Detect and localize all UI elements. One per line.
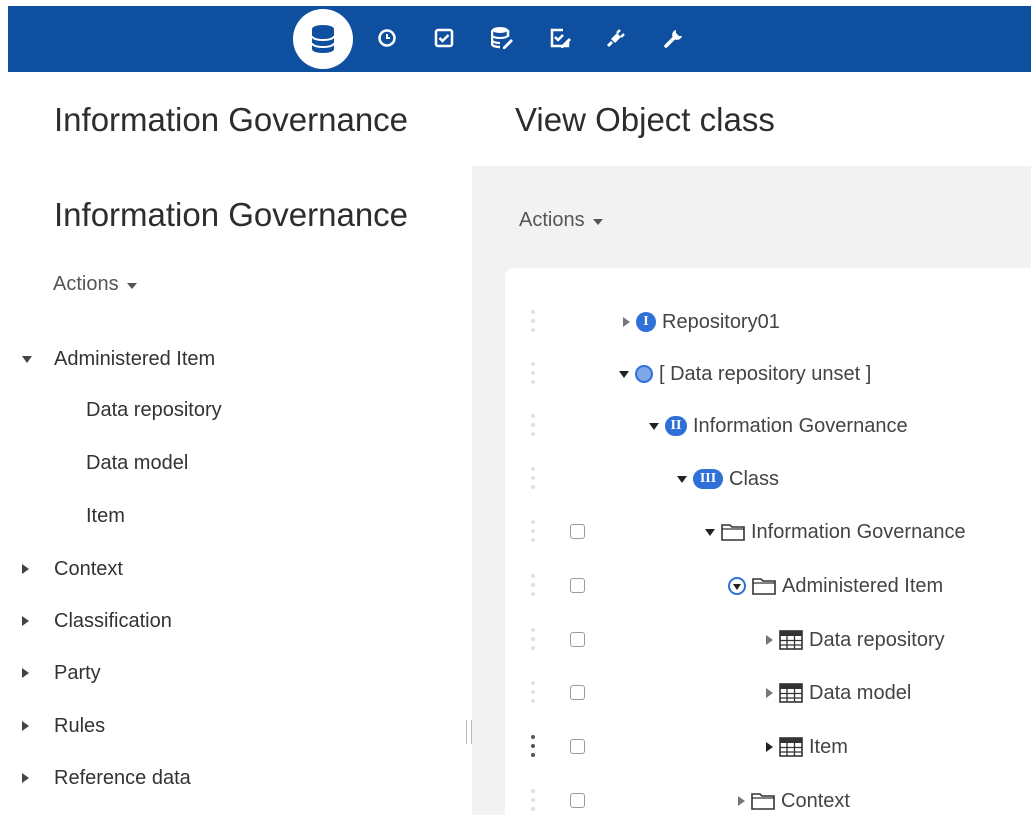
clock-icon[interactable] (375, 26, 399, 50)
left-section-title: Information Governance (54, 196, 409, 233)
plug-icon[interactable] (604, 26, 628, 50)
tree-row: I Repository01 (505, 298, 1031, 346)
actions-label: Actions (519, 209, 585, 231)
collapse-circle-icon[interactable] (728, 577, 746, 595)
sidebar-item-label: Reference data (54, 766, 191, 789)
collapse-icon[interactable] (649, 422, 659, 430)
circle-icon (635, 365, 653, 383)
sidebar-item-label: Party (54, 661, 101, 684)
row-checkbox[interactable] (570, 793, 585, 808)
caret-right-icon (22, 564, 29, 574)
table-icon (779, 683, 803, 703)
checkbox-icon[interactable] (432, 26, 456, 50)
folder-icon (752, 578, 776, 595)
row-checkbox[interactable] (570, 632, 585, 647)
chevron-down-icon (592, 218, 603, 225)
drag-handle-icon[interactable] (531, 414, 535, 436)
left-actions-dropdown[interactable]: Actions (53, 273, 137, 296)
drag-handle-icon[interactable] (531, 681, 535, 703)
table-icon (779, 737, 803, 757)
sidebar-item-label: Item (86, 505, 125, 527)
caret-right-icon (22, 616, 29, 626)
row-checkbox[interactable] (570, 524, 585, 539)
actions-dropdown[interactable]: Actions (519, 209, 603, 232)
collapse-icon[interactable] (705, 528, 715, 536)
folder-icon (721, 524, 745, 541)
table-icon (779, 630, 803, 650)
sidebar-item-data-model[interactable]: Data model (86, 452, 188, 475)
folder-icon (751, 793, 775, 810)
sidebar-item-label: Classification (54, 609, 172, 632)
left-actions-label: Actions (53, 273, 119, 295)
sidebar-item-data-repository[interactable]: Data repository (86, 399, 222, 422)
sidebar-item-label: Data model (86, 452, 189, 474)
sidebar-item-label: Rules (54, 714, 106, 737)
sidebar-item-reference-data[interactable]: Reference data (0, 766, 191, 790)
database-edit-icon[interactable] (490, 26, 514, 50)
sidebar-item-administered-item[interactable]: Administered Item (0, 347, 215, 371)
tree-node-label[interactable]: Context (781, 790, 850, 813)
drag-handle-icon[interactable] (531, 628, 535, 650)
drag-handle-icon[interactable] (531, 467, 535, 489)
expand-icon[interactable] (766, 635, 773, 645)
level-badge-icon: I (636, 312, 656, 332)
drag-handle-icon[interactable] (531, 574, 535, 596)
chevron-down-icon (126, 282, 137, 289)
tree-row: [ Data repository unset ] (505, 350, 1031, 398)
tree-node-label[interactable]: Administered Item (782, 575, 943, 598)
tree-node-label[interactable]: Class (729, 468, 779, 491)
tree-node-label[interactable]: Data repository (809, 629, 945, 652)
drag-handle-icon[interactable] (531, 310, 535, 332)
caret-right-icon (22, 668, 29, 678)
tree-row: Context (505, 777, 1031, 815)
collapse-icon[interactable] (677, 475, 687, 483)
expand-icon[interactable] (623, 317, 630, 327)
level-badge-icon: II (665, 416, 687, 436)
sidebar-item-label: Data repository (86, 399, 222, 421)
top-toolbar (8, 6, 1031, 72)
tree-row: Data model (505, 669, 1031, 717)
checklist-edit-icon[interactable] (548, 26, 572, 50)
drag-handle-icon[interactable] (531, 362, 535, 384)
tree-row: III Class (505, 455, 1031, 503)
tree-row: II Information Governance (505, 402, 1031, 450)
expand-icon[interactable] (738, 796, 745, 806)
database-icon[interactable] (293, 9, 353, 69)
tree-row: Data repository (505, 616, 1031, 664)
page-title: View Object class (515, 101, 775, 138)
collapse-icon[interactable] (619, 370, 629, 378)
sidebar-item-rules[interactable]: Rules (0, 714, 105, 738)
sidebar-item-classification[interactable]: Classification (0, 609, 172, 633)
expand-icon[interactable] (766, 688, 773, 698)
row-checkbox[interactable] (570, 739, 585, 754)
expand-icon[interactable] (766, 742, 773, 752)
tree-row: Item (505, 723, 1031, 771)
sidebar-item-label: Context (54, 557, 123, 580)
tree-node-label[interactable]: [ Data repository unset ] (659, 363, 871, 386)
tree-row: Administered Item (505, 562, 1031, 610)
sidebar-item-label: Administered Item (54, 347, 216, 370)
wrench-icon[interactable] (662, 26, 686, 50)
tree-node-label[interactable]: Information Governance (693, 415, 908, 438)
tree-node-label[interactable]: Repository01 (662, 311, 780, 334)
drag-handle-icon[interactable] (531, 520, 535, 542)
tree-node-label[interactable]: Item (809, 736, 848, 759)
sidebar-item-context[interactable]: Context (0, 557, 123, 581)
tree-row: Information Governance (505, 508, 1031, 556)
row-checkbox[interactable] (570, 578, 585, 593)
level-badge-icon: III (693, 469, 723, 489)
row-checkbox[interactable] (570, 685, 585, 700)
drag-handle-icon[interactable] (531, 789, 535, 811)
tree-node-label[interactable]: Information Governance (751, 521, 966, 544)
sidebar-item-party[interactable]: Party (0, 661, 101, 685)
caret-right-icon (22, 773, 29, 783)
tree-node-label[interactable]: Data model (809, 682, 911, 705)
caret-down-icon (22, 356, 32, 363)
sidebar-item-item[interactable]: Item (86, 505, 125, 528)
left-page-title: Information Governance (54, 101, 409, 138)
drag-handle-icon[interactable] (531, 735, 535, 757)
caret-right-icon (22, 721, 29, 731)
